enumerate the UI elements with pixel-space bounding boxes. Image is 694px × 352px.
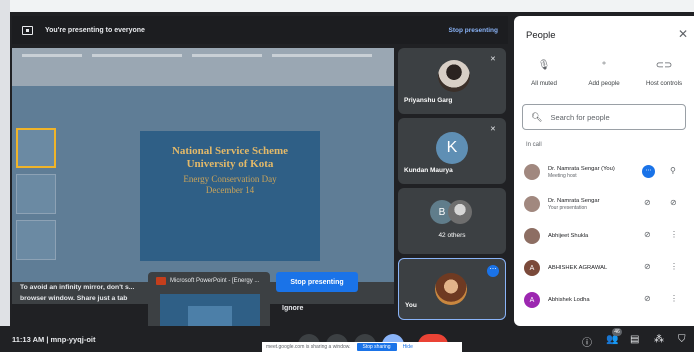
- more-options-icon[interactable]: ⋯: [487, 265, 499, 277]
- mic-off-icon: ✕: [490, 126, 496, 133]
- preview-title: Microsoft PowerPoint - [Energy ...: [170, 278, 260, 284]
- list-item[interactable]: Abhijeet Shukla ⊘ ⋮: [514, 220, 694, 252]
- stop-sharing-button[interactable]: Stop sharing: [356, 343, 397, 351]
- mic-off-icon: 🎙: [537, 60, 551, 71]
- screen-left-edge: [0, 0, 10, 352]
- activities-icon[interactable]: ⁂: [654, 334, 664, 345]
- mic-off-icon[interactable]: ⊘: [644, 198, 651, 207]
- participant-tile[interactable]: ✕ Priyanshu Garg: [398, 48, 506, 114]
- close-icon[interactable]: ✕: [678, 27, 688, 41]
- host-controls-button[interactable]: ⊂⊃ Host controls: [636, 60, 692, 87]
- participant-avatar: A: [524, 292, 540, 308]
- participant-name: Dr. Namrata Sengar (You): [548, 165, 615, 172]
- slide-thumbnail: [16, 128, 56, 168]
- participant-name: You: [405, 302, 417, 309]
- more-vert-icon[interactable]: ⋮: [670, 230, 678, 239]
- add-person-icon: ⁺: [601, 60, 607, 71]
- participant-role: Meeting host: [548, 172, 577, 179]
- mic-off-icon[interactable]: ⊘: [644, 294, 651, 303]
- participant-avatar: [524, 228, 540, 244]
- participant-name: Kundan Maurya: [404, 167, 453, 174]
- slide-line: National Service Scheme: [171, 145, 289, 157]
- infinity-mirror-warning: To avoid an infinity mirror, don't s... …: [20, 284, 135, 302]
- current-slide: National Service Scheme University of Ko…: [140, 131, 320, 261]
- participant-tile[interactable]: ✕ K Kundan Maurya: [398, 118, 506, 184]
- host-controls-icon[interactable]: ⛉: [678, 334, 686, 345]
- people-count-badge: 46: [612, 328, 622, 336]
- pin-icon[interactable]: ⚲: [670, 166, 676, 175]
- chat-icon[interactable]: ▤: [630, 334, 639, 345]
- powerpoint-icon: [156, 277, 166, 285]
- powerpoint-window: National Service Scheme University of Ko…: [12, 86, 394, 282]
- participant-list: Dr. Namrata Sengar (You) Meeting host ⋯ …: [514, 156, 694, 316]
- panel-actions: 🎙 All muted ⁺ Add people ⊂⊃ Host control…: [514, 60, 694, 87]
- participant-name: ABHISHEK AGRAWAL: [548, 265, 608, 271]
- action-label: Host controls: [645, 80, 683, 87]
- speaking-indicator-icon: ⋯: [642, 165, 655, 178]
- mic-off-icon[interactable]: ⊘: [644, 262, 651, 271]
- participant-avatar: [524, 164, 540, 180]
- participant-avatar: [524, 196, 540, 212]
- ignore-button[interactable]: Ignore: [276, 300, 316, 316]
- mic-off-icon: ✕: [490, 56, 496, 63]
- toggle-icon: ⊂⊃: [655, 60, 673, 71]
- slide-thumbnail: [16, 174, 56, 214]
- list-item[interactable]: A Abhishek Lodha ⊘ ⋮: [514, 284, 694, 316]
- stop-presenting-button[interactable]: Stop presenting: [276, 272, 358, 292]
- participant-avatar: K: [436, 132, 468, 164]
- screen-top-edge: [0, 0, 694, 12]
- others-count: 42 others: [438, 232, 466, 239]
- action-label: All muted: [531, 80, 557, 87]
- presenting-message: You're presenting to everyone: [45, 26, 145, 34]
- participant-avatar: [448, 200, 472, 224]
- hide-button[interactable]: Hide: [403, 344, 413, 350]
- participant-name: Dr. Namrata Sengar: [548, 197, 600, 204]
- add-people-button[interactable]: ⁺ Add people: [576, 60, 632, 87]
- in-call-label: In call: [526, 142, 542, 148]
- people-panel: People ✕ 🎙 All muted ⁺ Add people ⊂⊃ Hos…: [514, 16, 694, 326]
- mic-off-icon[interactable]: ⊘: [644, 230, 651, 239]
- search-input[interactable]: [550, 112, 671, 122]
- slide-line: University of Kota: [186, 158, 274, 170]
- others-tile[interactable]: B 42 others: [398, 188, 506, 254]
- slide-line: Energy Conservation Day: [183, 174, 277, 184]
- people-search[interactable]: 🔍︎: [522, 104, 686, 130]
- slide-thumbnail: [16, 220, 56, 260]
- all-muted-button[interactable]: 🎙 All muted: [516, 60, 572, 87]
- slide-line: December 14: [205, 185, 255, 195]
- participant-role: Your presentation: [548, 204, 588, 211]
- participant-name: Abhishek Lodha: [548, 297, 590, 303]
- list-item[interactable]: A ABHISHEK AGRAWAL ⊘ ⋮: [514, 252, 694, 284]
- powerpoint-ribbon: [12, 48, 394, 86]
- more-vert-icon[interactable]: ⋮: [670, 262, 678, 271]
- list-item[interactable]: Dr. Namrata Sengar (You) Meeting host ⋯ …: [514, 156, 694, 188]
- pin-off-icon[interactable]: ⊘: [670, 198, 677, 207]
- meeting-time-code: 11:13 AM | mnp-yyqj-oit: [12, 335, 96, 344]
- participant-avatar: [435, 273, 467, 305]
- self-tile[interactable]: ⋯ You: [398, 258, 506, 320]
- share-notice-bar: meet.google.com is sharing a window. Sto…: [262, 342, 462, 352]
- action-label: Add people: [588, 80, 620, 87]
- participant-name: Abhijeet Shukla: [548, 233, 589, 239]
- participant-name: Priyanshu Garg: [404, 97, 453, 104]
- stop-presenting-link[interactable]: Stop presenting: [449, 27, 498, 34]
- present-screen-icon: [22, 25, 33, 35]
- info-icon[interactable]: ⓘ: [582, 334, 592, 349]
- more-vert-icon[interactable]: ⋮: [670, 294, 678, 303]
- search-icon: 🔍︎: [531, 111, 543, 122]
- participant-avatar: [438, 60, 470, 92]
- participant-avatar: A: [524, 260, 540, 276]
- list-item[interactable]: Dr. Namrata Sengar Your presentation ⊘ ⊘: [514, 188, 694, 220]
- share-notice-text: meet.google.com is sharing a window.: [266, 344, 351, 350]
- shared-screen: National Service Scheme University of Ko…: [12, 48, 394, 304]
- slide-thumbnails: [16, 128, 60, 278]
- presenting-banner: You're presenting to everyone Stop prese…: [12, 16, 508, 44]
- panel-title: People: [526, 30, 556, 41]
